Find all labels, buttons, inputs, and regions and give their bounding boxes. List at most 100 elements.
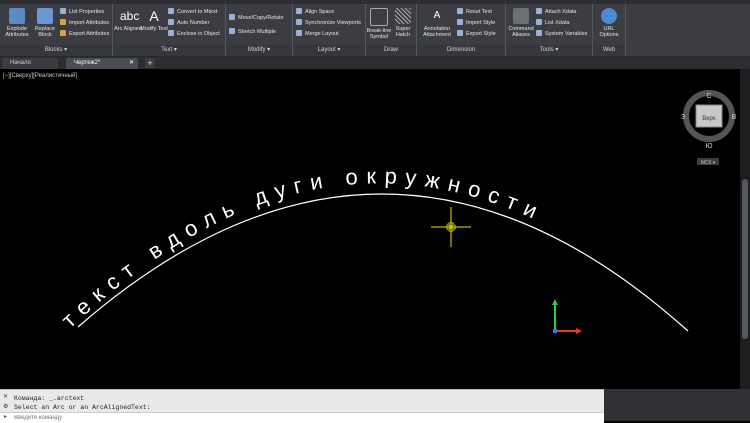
auto-number-button[interactable]: Auto Number — [168, 19, 209, 28]
move-copy-rotate-label: Move/Copy/Rotate — [238, 15, 284, 21]
replace-block-icon — [37, 8, 53, 24]
close-icon[interactable]: ✕ — [129, 58, 134, 69]
panel-dimension: A Annotation Attachment Reset Text Impor… — [417, 4, 506, 56]
command-history-line-1: Команда: _.arctext — [14, 395, 85, 402]
break-line-icon — [370, 8, 388, 26]
explode-attributes-label: Explode Attributes — [5, 26, 29, 38]
export-style-icon — [457, 30, 463, 36]
enclose-in-object-button[interactable]: Enclose in Object — [168, 30, 220, 39]
viewport-scrollbar[interactable] — [740, 69, 750, 389]
reset-text-button[interactable]: Reset Text — [457, 8, 492, 17]
panel-blocks: Explode Attributes Replace Block List Pr… — [0, 4, 113, 56]
tab-drawing2[interactable]: Чертеж2* ✕ — [66, 58, 138, 69]
align-icon — [296, 8, 302, 14]
list-properties-label: List Properties — [69, 9, 105, 15]
command-aliases-icon — [513, 8, 529, 24]
viewcube-north[interactable]: С — [706, 93, 711, 100]
new-tab-button[interactable]: + — [145, 58, 155, 68]
reset-icon — [457, 8, 463, 14]
arc-aligned-label: Arc Aligned — [114, 26, 142, 32]
url-options-button[interactable]: URL Options — [594, 6, 624, 38]
tab-start[interactable]: Начало — [2, 58, 58, 69]
attach-xdata-button[interactable]: Attach Xdata — [536, 8, 577, 17]
panel-modify-title[interactable]: Modify ▾ — [226, 45, 292, 56]
annotation-attachment-label: Annotation Attachment — [423, 26, 451, 38]
tab-start-label: Начало — [10, 60, 31, 66]
export-style-button[interactable]: Export Style — [457, 30, 496, 39]
super-hatch-button[interactable]: Super Hatch — [391, 6, 415, 38]
panel-layout: Align Space Synchronize Viewports Merge … — [293, 4, 366, 56]
panel-text-title[interactable]: Text ▾ — [113, 45, 225, 56]
scrollbar-thumb[interactable] — [742, 179, 748, 339]
drawing-arc[interactable] — [77, 193, 689, 332]
system-variables-icon — [536, 30, 542, 36]
command-close-icon[interactable]: ✕ — [3, 393, 8, 400]
system-variables-button[interactable]: System Variables — [536, 30, 587, 39]
url-options-label: URL Options — [599, 26, 619, 38]
hatch-icon — [395, 8, 411, 24]
export-attributes-label: Export Attributes — [69, 31, 110, 37]
import-style-label: Import Style — [466, 20, 496, 26]
list-icon — [60, 8, 66, 14]
replace-block-button[interactable]: Replace Block — [30, 6, 60, 38]
list-xdata-icon — [536, 19, 542, 25]
auto-number-icon — [168, 19, 174, 25]
wcs-menu[interactable]: МСК ▾ — [701, 160, 716, 166]
move-copy-rotate-button[interactable]: Move/Copy/Rotate — [229, 14, 284, 23]
import-style-button[interactable]: Import Style — [457, 19, 495, 28]
command-window: ✕ ⚙ Команда: _.arctext Select an Arc or … — [0, 389, 604, 423]
import-attributes-label: Import Attributes — [69, 20, 110, 26]
panel-text: abc Arc Aligned A Modify Text Convert to… — [113, 4, 226, 56]
merge-layout-button[interactable]: Merge Layout — [296, 30, 339, 39]
system-variables-label: System Variables — [545, 31, 588, 37]
panel-web: URL Options Web — [593, 4, 626, 56]
command-settings-icon[interactable]: ⚙ — [3, 403, 8, 410]
stretch-multiple-button[interactable]: Stretch Multiple — [229, 28, 276, 37]
import-attributes-button[interactable]: Import Attributes — [60, 19, 109, 28]
modify-text-icon: A — [149, 8, 159, 24]
panel-draw-title: Draw — [366, 45, 416, 56]
explode-attributes-button[interactable]: Explode Attributes — [2, 6, 32, 38]
list-xdata-button[interactable]: List Xdata — [536, 19, 569, 28]
synchronize-viewports-label: Synchronize Viewports — [305, 20, 361, 26]
panel-modify: Move/Copy/Rotate Stretch Multiple Modify… — [226, 4, 293, 56]
command-aliases-button[interactable]: Command Aliases — [506, 6, 536, 38]
panel-tools-title[interactable]: Tools ▾ — [506, 45, 592, 56]
convert-to-mtext-button[interactable]: Convert to Mtext — [168, 8, 217, 17]
viewcube-top-face[interactable]: Верх — [702, 116, 716, 122]
panel-dimension-title: Dimension — [417, 45, 505, 56]
ucs-icon — [552, 299, 582, 334]
align-space-button[interactable]: Align Space — [296, 8, 334, 17]
annotation-attachment-button[interactable]: A Annotation Attachment — [419, 6, 455, 38]
panel-layout-title[interactable]: Layout ▾ — [293, 45, 365, 56]
drawing-viewport[interactable]: [−][Сверху][Реалистичный] текст вдоль ду… — [0, 69, 740, 389]
merge-layout-label: Merge Layout — [305, 31, 339, 37]
synchronize-viewports-button[interactable]: Synchronize Viewports — [296, 19, 361, 28]
ribbon: Explode Attributes Replace Block List Pr… — [0, 0, 750, 57]
command-history-line-2: Select an Arc or an ArcAlignedText: — [14, 404, 151, 411]
export-attributes-button[interactable]: Export Attributes — [60, 30, 109, 39]
list-xdata-label: List Xdata — [545, 20, 570, 26]
stretch-icon — [229, 28, 235, 34]
panel-tools: Command Aliases Attach Xdata List Xdata … — [506, 4, 593, 56]
panel-draw: Break-line Symbol Super Hatch Draw — [366, 4, 417, 56]
explode-icon — [9, 8, 25, 24]
break-line-symbol-button[interactable]: Break-line Symbol — [366, 6, 392, 40]
file-tabs-bar: Начало Чертеж2* ✕ + — [0, 57, 750, 69]
panel-web-title: Web — [593, 45, 625, 56]
annotation-icon: A — [433, 10, 441, 21]
tab-drawing2-label: Чертеж2* — [74, 60, 101, 66]
align-space-label: Align Space — [305, 9, 335, 15]
arc-text-path: текст вдоль дуги окружности — [56, 163, 540, 332]
arc-aligned-text[interactable]: текст вдоль дуги окружности — [56, 163, 548, 332]
break-line-symbol-label: Break-line Symbol — [366, 28, 392, 40]
modify-text-button[interactable]: A Modify Text — [139, 6, 169, 32]
viewcube-south[interactable]: Ю — [705, 143, 712, 150]
convert-to-mtext-label: Convert to Mtext — [177, 9, 218, 15]
auto-number-label: Auto Number — [177, 20, 210, 26]
panel-blocks-title[interactable]: Blocks ▾ — [0, 45, 112, 56]
attach-xdata-label: Attach Xdata — [545, 9, 577, 15]
list-properties-button[interactable]: List Properties — [60, 8, 104, 17]
viewcube-east[interactable]: В — [732, 114, 737, 121]
viewcube-west[interactable]: З — [681, 114, 685, 121]
